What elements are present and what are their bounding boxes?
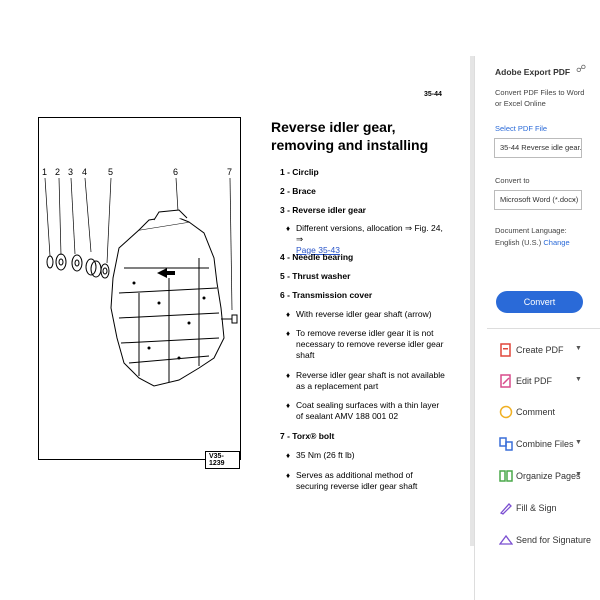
bullet-text: With reverse idler gear shaft (arrow) [296, 309, 432, 319]
section-title: Reverse idler gear, removing and install… [271, 119, 429, 153]
tool-label: Edit PDF [516, 376, 553, 386]
pdf-page: 35-44 1 2 3 4 5 6 7 V35-1239 Reverse idl… [0, 0, 470, 600]
tool-send-for-signature[interactable]: Send for Signature [499, 532, 594, 552]
tool-label: Comment [516, 407, 556, 417]
callout-5: 5 [108, 167, 114, 177]
list-item: 5 - Thrust washer [280, 271, 351, 281]
combine-files-icon [499, 437, 513, 451]
comment-icon [499, 405, 513, 419]
list-item: 1 - Circlip [280, 167, 319, 177]
tool-organize-pages[interactable]: Organize Pages ▼ [499, 468, 594, 488]
callout-2: 2 [55, 167, 61, 177]
diamond-bullet-icon: ♦ [286, 401, 291, 410]
selected-file-field[interactable]: 35-44 Reverse idle gear.pdf [494, 138, 582, 158]
fill-sign-icon [499, 503, 512, 515]
bullet-item: ♦ To remove reverse idler gear it is not… [286, 328, 446, 361]
bullet-item: ♦ 35 Nm (26 ft lb) [286, 450, 446, 461]
edit-pdf-icon [500, 374, 511, 388]
tool-label: Organize Pages [516, 471, 581, 481]
bullet-text: Different versions, allocation ⇒ Fig. 24… [296, 223, 443, 244]
diamond-bullet-icon: ♦ [286, 224, 291, 233]
callout-4: 4 [82, 167, 88, 177]
tool-create-pdf[interactable]: Create PDF ▼ [499, 342, 594, 362]
format-selected: Microsoft Word (*.docx) [500, 195, 579, 204]
diamond-bullet-icon: ♦ [286, 371, 291, 380]
figure-label: V35-1239 [205, 451, 240, 469]
tool-label: Send for Signature [516, 535, 592, 545]
select-pdf-file-link[interactable]: Select PDF File [495, 124, 547, 133]
exploded-view-figure: 1 2 3 4 5 6 7 V35-1239 [38, 117, 241, 469]
convert-to-label: Convert to [495, 176, 530, 185]
doc-language-value: English (U.S.) [495, 238, 542, 247]
bullet-text: Reverse idler gear shaft is not availabl… [296, 370, 445, 391]
change-language-link[interactable]: Change [543, 238, 569, 247]
tool-label: Combine Files [516, 439, 574, 449]
bullet-text: Serves as additional method of securing … [296, 470, 418, 491]
bullet-text: To remove reverse idler gear it is not n… [296, 328, 444, 360]
divider [487, 328, 600, 329]
chevron-down-icon[interactable]: ▼ [575, 471, 582, 478]
tool-edit-pdf[interactable]: Edit PDF ▼ [499, 373, 594, 393]
diamond-bullet-icon: ♦ [286, 310, 291, 319]
callout-6: 6 [173, 167, 179, 177]
tool-fill-sign[interactable]: Fill & Sign [499, 500, 594, 520]
chevron-down-icon[interactable]: ▼ [575, 439, 582, 446]
format-dropdown[interactable]: Microsoft Word (*.docx) ⌄ [494, 190, 582, 210]
bullet-item: ♦ With reverse idler gear shaft (arrow) [286, 309, 446, 320]
bullet-item: ♦ Serves as additional method of securin… [286, 470, 446, 492]
list-item: 3 - Reverse idler gear [280, 205, 366, 215]
bullet-text: 35 Nm (26 ft lb) [296, 450, 355, 460]
callout-3: 3 [68, 167, 74, 177]
tool-label: Create PDF [516, 345, 564, 355]
tool-label: Fill & Sign [516, 503, 557, 513]
chevron-down-icon: ⌄ [571, 196, 577, 203]
page-number: 35-44 [424, 91, 442, 98]
list-item: 6 - Transmission cover [280, 290, 373, 300]
panel-description: Convert PDF Files to Word or Excel Onlin… [495, 88, 585, 108]
list-item: 7 - Torx® bolt [280, 431, 335, 441]
tool-comment[interactable]: Comment [499, 404, 594, 424]
tool-combine-files[interactable]: Combine Files ▼ [499, 436, 594, 456]
callout-1: 1 [42, 167, 48, 177]
convert-button[interactable]: Convert [496, 291, 583, 313]
send-signature-icon [499, 534, 513, 545]
create-pdf-icon [500, 343, 511, 357]
diamond-bullet-icon: ♦ [286, 471, 291, 480]
callout-7: 7 [227, 167, 233, 177]
list-item: 2 - Brace [280, 186, 316, 196]
bullet-text: Coat sealing surfaces with a thin layer … [296, 400, 440, 421]
bullet-item: ♦ Coat sealing surfaces with a thin laye… [286, 400, 446, 422]
chevron-down-icon[interactable]: ▼ [575, 376, 582, 383]
doc-language-label: Document Language: [495, 226, 567, 235]
organize-pages-icon [499, 470, 513, 482]
list-item: 4 - Needle bearing [280, 252, 354, 262]
link-icon[interactable]: ☍ [576, 64, 586, 75]
diamond-bullet-icon: ♦ [286, 451, 291, 460]
document-language: Document Language: English (U.S.) Change [495, 225, 570, 249]
panel-title: Adobe Export PDF [495, 67, 571, 77]
diamond-bullet-icon: ♦ [286, 329, 291, 338]
chevron-down-icon[interactable]: ▼ [575, 345, 582, 352]
bullet-item: ♦ Reverse idler gear shaft is not availa… [286, 370, 446, 392]
